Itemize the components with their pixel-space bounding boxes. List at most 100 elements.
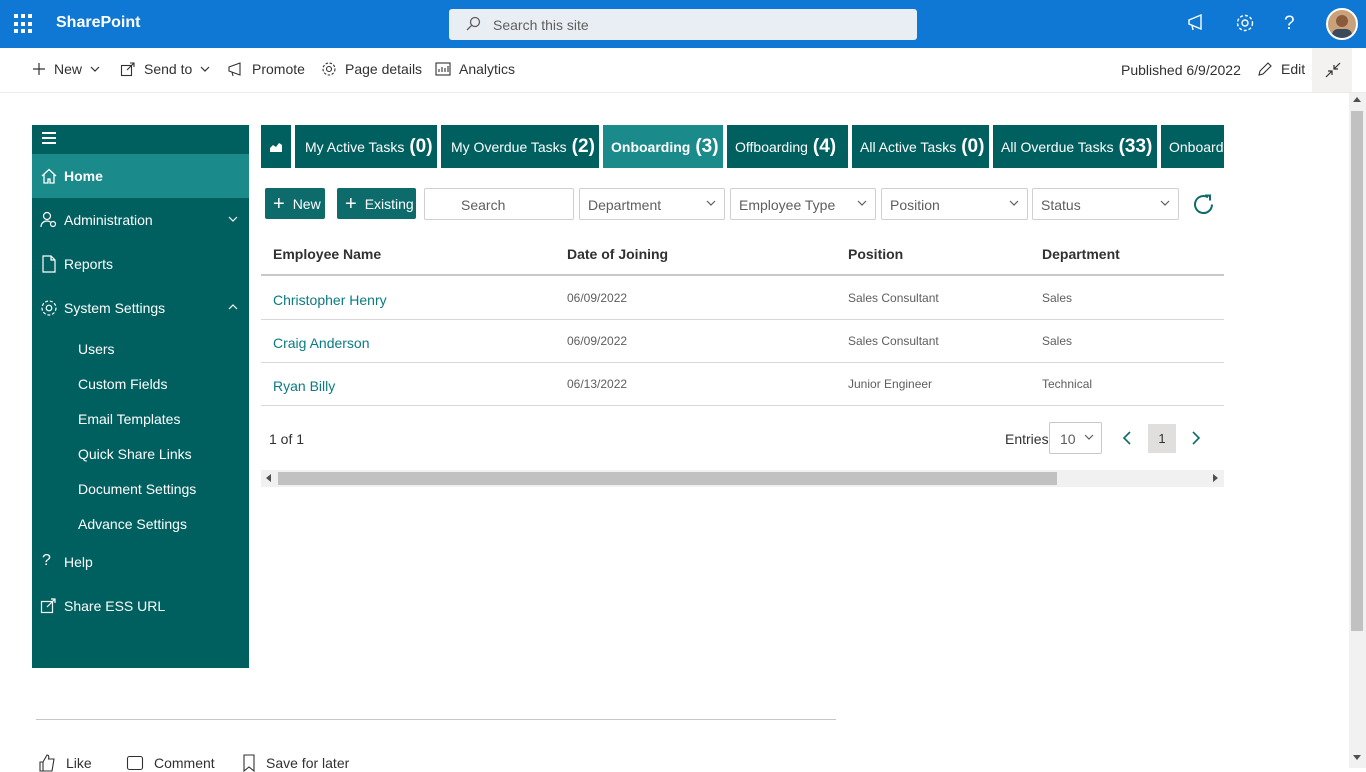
scroll-left-icon[interactable] xyxy=(266,474,271,482)
send-to-button[interactable]: Send to xyxy=(120,61,210,77)
page-details-button[interactable]: Page details xyxy=(321,61,422,77)
tab-count: (4) xyxy=(812,135,837,157)
published-status: Published 6/9/2022 xyxy=(1121,62,1241,78)
megaphone-icon[interactable] xyxy=(1186,12,1210,36)
tab-label: Offboarding xyxy=(735,138,808,155)
tab-my-overdue-tasks[interactable]: My Overdue Tasks (2) xyxy=(441,125,599,168)
edit-label: Edit xyxy=(1281,61,1306,77)
help-icon[interactable]: ? xyxy=(1284,13,1308,37)
tab-count: (0) xyxy=(961,135,985,157)
analytics-button[interactable]: Analytics xyxy=(435,61,515,77)
tab-count: (2) xyxy=(571,135,595,157)
nav-item-system-settings[interactable]: System Settings xyxy=(32,286,249,330)
search-placeholder: Search this site xyxy=(493,17,589,33)
employee-name-link[interactable]: Craig Anderson xyxy=(273,335,370,351)
next-page-icon[interactable] xyxy=(1189,430,1203,446)
nav-sub-item-quick-share-links[interactable]: Quick Share Links xyxy=(78,446,192,462)
edit-button[interactable]: Edit xyxy=(1257,61,1305,77)
column-header-department[interactable]: Department xyxy=(1042,246,1120,262)
table-row: Craig Anderson 06/09/2022 Sales Consulta… xyxy=(261,320,1224,363)
tab-my-active-tasks[interactable]: My Active Tasks (0) xyxy=(295,125,437,168)
save-for-later-label: Save for later xyxy=(266,755,350,771)
nav-item-share-ess-url[interactable]: Share ESS URL xyxy=(32,584,249,628)
existing-employee-button[interactable]: + Existing xyxy=(337,188,416,219)
collapse-button[interactable] xyxy=(1312,48,1352,92)
search-input[interactable]: Search xyxy=(424,188,574,220)
tab-label: All Active Tasks xyxy=(860,138,957,155)
entries-per-page-select[interactable]: 10 xyxy=(1049,422,1102,454)
table-row: Ryan Billy 06/13/2022 Junior Engineer Te… xyxy=(261,363,1224,406)
nav-item-label: Administration xyxy=(64,212,153,228)
plus-icon: + xyxy=(345,192,357,215)
scroll-up-icon[interactable] xyxy=(1353,97,1361,102)
collapse-icon xyxy=(1325,62,1341,78)
nav-sub-item-users[interactable]: Users xyxy=(78,341,115,357)
previous-page-icon[interactable] xyxy=(1120,430,1134,446)
employee-type-dropdown[interactable]: Employee Type xyxy=(730,188,876,220)
nav-item-label: Share ESS URL xyxy=(64,598,166,614)
entries-value: 10 xyxy=(1060,431,1076,447)
promote-button[interactable]: Promote xyxy=(228,61,305,77)
plus-icon: + xyxy=(273,192,285,215)
scroll-right-icon[interactable] xyxy=(1213,474,1218,482)
hamburger-icon[interactable] xyxy=(42,132,56,144)
home-icon xyxy=(41,168,57,184)
department-dropdown[interactable]: Department xyxy=(579,188,725,220)
avatar[interactable] xyxy=(1326,8,1358,40)
new-employee-button[interactable]: + New xyxy=(265,188,325,219)
nav-item-home[interactable]: Home xyxy=(32,154,249,198)
horizontal-scrollbar[interactable] xyxy=(261,470,1224,487)
entries-label: Entries xyxy=(1005,431,1049,447)
new-button[interactable]: New xyxy=(32,61,100,77)
tab-label: Onboarding xyxy=(1169,138,1224,155)
employee-name-link[interactable]: Ryan Billy xyxy=(273,378,335,394)
column-header-date-of-joining[interactable]: Date of Joining xyxy=(567,246,668,262)
nav-sub-item-document-settings[interactable]: Document Settings xyxy=(78,481,196,497)
like-icon xyxy=(39,754,55,772)
position-dropdown[interactable]: Position xyxy=(881,188,1028,220)
new-label: New xyxy=(54,61,83,77)
nav-sub-item-custom-fields[interactable]: Custom Fields xyxy=(78,376,167,392)
column-header-employee-name[interactable]: Employee Name xyxy=(273,246,381,262)
site-search-input[interactable]: Search this site xyxy=(449,9,917,40)
nav-item-label: Help xyxy=(64,554,93,570)
tab-label: My Overdue Tasks xyxy=(451,138,567,155)
column-header-position[interactable]: Position xyxy=(848,246,903,262)
tab-onboarding[interactable]: Onboarding (3) xyxy=(603,125,723,168)
employee-name-link[interactable]: Christopher Henry xyxy=(273,292,387,308)
comment-button[interactable]: Comment xyxy=(126,754,215,772)
nav-item-help[interactable]: ? Help xyxy=(32,540,249,584)
chevron-down-icon xyxy=(1009,200,1019,206)
scroll-thumb[interactable] xyxy=(278,472,1057,485)
brand-title[interactable]: SharePoint xyxy=(56,14,140,32)
nav-sub-item-advance-settings[interactable]: Advance Settings xyxy=(78,516,187,532)
position-cell: Sales Consultant xyxy=(848,291,939,305)
tab-onboarding-2[interactable]: Onboarding xyxy=(1161,125,1224,168)
refresh-icon[interactable] xyxy=(1190,191,1217,218)
gear-icon xyxy=(322,62,336,76)
task-tabs: My Active Tasks (0) My Overdue Tasks (2) O… xyxy=(261,125,1224,168)
tab-offboarding[interactable]: Offboarding (4) xyxy=(727,125,848,168)
table-header: Employee Name Date of Joining Position D… xyxy=(261,233,1224,276)
tab-dashboard[interactable] xyxy=(261,125,291,168)
save-for-later-button[interactable]: Save for later xyxy=(242,754,349,772)
nav-item-reports[interactable]: Reports xyxy=(32,242,249,286)
tab-all-active-tasks[interactable]: All Active Tasks (0) xyxy=(852,125,989,168)
chevron-down-icon xyxy=(1084,434,1094,440)
vertical-scrollbar[interactable] xyxy=(1349,93,1366,768)
position-label: Position xyxy=(890,197,940,213)
admin-icon xyxy=(40,211,57,228)
suite-bar: SharePoint Search this site ? xyxy=(0,0,1366,48)
nav-item-label: Home xyxy=(64,168,103,184)
tab-all-overdue-tasks[interactable]: All Overdue Tasks (33) xyxy=(993,125,1157,168)
settings-gear-icon[interactable] xyxy=(1234,12,1258,36)
new-employee-label: New xyxy=(292,195,321,212)
page-number-button[interactable]: 1 xyxy=(1148,424,1176,453)
status-dropdown[interactable]: Status xyxy=(1032,188,1179,220)
app-launcher-icon[interactable] xyxy=(14,14,34,34)
nav-item-administration[interactable]: Administration xyxy=(32,198,249,242)
scroll-down-icon[interactable] xyxy=(1353,755,1361,760)
nav-sub-item-email-templates[interactable]: Email Templates xyxy=(78,411,180,427)
like-button[interactable]: Like xyxy=(38,754,92,772)
scroll-thumb[interactable] xyxy=(1351,111,1363,631)
